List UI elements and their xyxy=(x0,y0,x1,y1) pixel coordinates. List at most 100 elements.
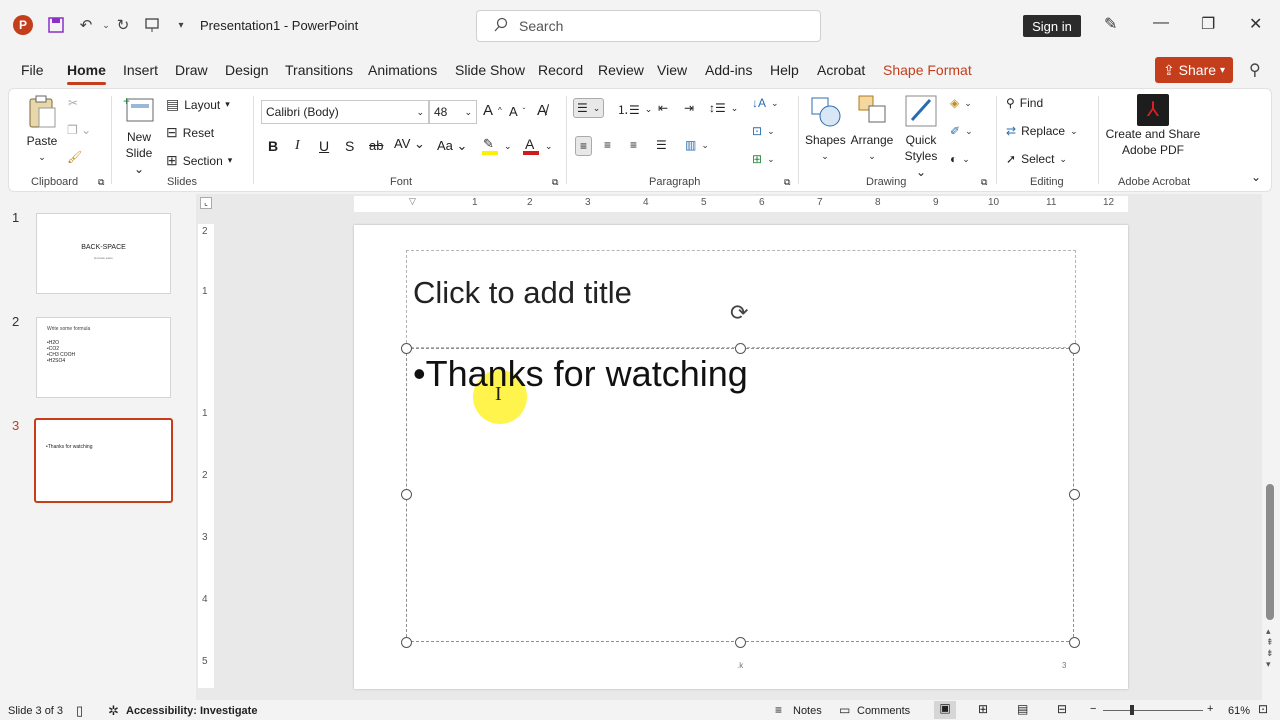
font-color-icon[interactable]: A ⌄ xyxy=(522,136,553,156)
fit-to-window-icon[interactable]: ⊡ xyxy=(1258,702,1268,716)
quick-styles-button[interactable]: Quick Styles ⌄ xyxy=(899,94,943,180)
zoom-in-icon[interactable]: + xyxy=(1207,703,1213,715)
dialog-launcher-icon[interactable]: ⧉ xyxy=(784,177,790,188)
collapse-ribbon-icon[interactable]: ⌄ xyxy=(1251,170,1261,184)
body-text[interactable]: •Thanks for watching xyxy=(413,353,748,395)
zoom-level[interactable]: 61% xyxy=(1228,705,1250,717)
dialog-launcher-icon[interactable]: ⧉ xyxy=(98,177,104,188)
line-spacing-icon[interactable]: ↕☰ ⌄ xyxy=(709,101,738,115)
tab-insert[interactable]: Insert xyxy=(123,62,158,78)
clear-formatting-icon[interactable]: A̸ xyxy=(537,102,547,119)
pen-icon[interactable]: ✎ xyxy=(1104,14,1117,34)
zoom-slider-track[interactable] xyxy=(1103,710,1203,711)
tab-file[interactable]: File xyxy=(21,62,44,78)
tab-transitions[interactable]: Transitions xyxy=(285,62,353,78)
shrink-font-icon[interactable]: Aˇ xyxy=(509,104,525,119)
tab-record[interactable]: Record xyxy=(538,62,583,78)
restore-icon[interactable]: ❐ xyxy=(1201,14,1215,34)
tab-stop-selector-icon[interactable]: ⌞ xyxy=(200,197,212,209)
slide-sorter-icon[interactable]: ⊞ xyxy=(978,702,988,716)
slide-thumbnail-3[interactable]: •Thanks for watching xyxy=(34,418,173,503)
tab-design[interactable]: Design xyxy=(225,62,269,78)
dialog-launcher-icon[interactable]: ⧉ xyxy=(552,177,558,188)
customize-toolbar-icon[interactable]: ▾ xyxy=(170,14,192,36)
align-center-icon[interactable]: ≡ xyxy=(604,138,611,152)
font-name-combo[interactable]: Calibri (Body) ⌄ xyxy=(261,100,429,124)
dialog-launcher-icon[interactable]: ⧉ xyxy=(981,177,987,188)
shape-outline-icon[interactable]: ✐ ⌄ xyxy=(950,124,973,138)
accessibility-status[interactable]: Accessibility: Investigate xyxy=(126,705,257,717)
minimize-icon[interactable]: — xyxy=(1153,14,1169,32)
shapes-button[interactable]: Shapes ⌄ xyxy=(805,94,846,164)
slide-thumbnail-2[interactable]: Write some formula •H2O •CO2 •CH3 COOH •… xyxy=(36,317,171,398)
resize-handle[interactable] xyxy=(1069,637,1080,648)
save-icon[interactable] xyxy=(45,14,67,36)
resize-handle[interactable] xyxy=(1069,343,1080,354)
vertical-scrollbar-thumb[interactable] xyxy=(1266,484,1274,620)
scroll-arrows-icon[interactable]: ▴ ⇞ ⇟ ▾ xyxy=(1266,626,1274,670)
slide-thumbnail-1[interactable]: BACK-SPACE Exclude sales xyxy=(36,213,171,294)
arrange-button[interactable]: Arrange ⌄ xyxy=(850,94,894,164)
sign-in-button[interactable]: Sign in xyxy=(1023,15,1081,37)
align-text-icon[interactable]: ⊡ ⌄ xyxy=(752,124,775,138)
shape-effects-icon[interactable]: ◐ ⌄ xyxy=(950,152,970,166)
tab-add-ins[interactable]: Add-ins xyxy=(705,62,752,78)
comments-button[interactable]: Comments xyxy=(857,705,910,717)
tab-view[interactable]: View xyxy=(657,62,687,78)
comments-icon[interactable]: ▭ xyxy=(839,703,850,717)
change-case-icon[interactable]: Aa ⌄ xyxy=(437,138,467,154)
columns-icon[interactable]: ▥ ⌄ xyxy=(685,138,709,152)
resize-handle[interactable] xyxy=(401,343,412,354)
section-button[interactable]: ⊞ Section ▾ xyxy=(166,152,232,169)
tab-help[interactable]: Help xyxy=(770,62,799,78)
reading-view-icon[interactable]: ▤ xyxy=(1017,702,1028,716)
decrease-indent-icon[interactable]: ⇤ xyxy=(658,101,668,115)
shadow-icon[interactable]: S xyxy=(345,138,354,154)
resize-handle[interactable] xyxy=(1069,489,1080,500)
notes-button[interactable]: Notes xyxy=(793,705,822,717)
tab-slide-show[interactable]: Slide Show xyxy=(455,62,525,78)
highlight-color-icon[interactable]: ✎ ⌄ xyxy=(481,136,512,156)
comments-person-icon[interactable]: ⚲ xyxy=(1249,60,1261,80)
new-slide-button[interactable]: + New Slide ⌄ xyxy=(120,94,158,177)
slide-show-icon[interactable]: ⊟ xyxy=(1057,702,1067,716)
grow-font-icon[interactable]: A ^ xyxy=(483,102,502,119)
notes-icon[interactable]: ≡ xyxy=(775,703,782,717)
zoom-slider-thumb[interactable] xyxy=(1130,705,1134,715)
character-spacing-icon[interactable]: AV ⌄ xyxy=(394,136,425,152)
format-painter-icon[interactable]: 🖌 xyxy=(67,150,82,164)
justify-icon[interactable]: ☰ xyxy=(656,138,667,152)
reset-button[interactable]: ⊟ Reset xyxy=(166,124,214,141)
italic-icon[interactable]: I xyxy=(295,138,300,154)
tab-review[interactable]: Review xyxy=(598,62,644,78)
search-box[interactable]: Search xyxy=(476,10,821,42)
align-right-icon[interactable]: ≡ xyxy=(630,138,637,152)
replace-button[interactable]: ⇄ Replace ⌄ xyxy=(1006,124,1078,138)
increase-indent-icon[interactable]: ⇥ xyxy=(684,101,694,115)
tab-shape-format[interactable]: Shape Format xyxy=(883,62,972,78)
resize-handle[interactable] xyxy=(735,637,746,648)
redo-icon[interactable]: ↻ xyxy=(112,14,134,36)
tab-home[interactable]: Home xyxy=(67,62,106,85)
numbering-icon[interactable]: ⒈☰ ⌄ xyxy=(617,101,652,118)
underline-icon[interactable]: U xyxy=(319,138,329,154)
paste-button[interactable]: Paste ⌄ xyxy=(24,95,60,165)
spelling-icon[interactable]: ▯ xyxy=(76,703,83,719)
tab-draw[interactable]: Draw xyxy=(175,62,208,78)
font-size-combo[interactable]: 48 ⌄ xyxy=(429,100,477,124)
layout-button[interactable]: ▤ Layout ▾ xyxy=(166,96,230,113)
select-button[interactable]: ➚ Select ⌄ xyxy=(1006,152,1067,166)
tab-acrobat[interactable]: Acrobat xyxy=(817,62,865,78)
resize-handle[interactable] xyxy=(401,489,412,500)
text-direction-icon[interactable]: ↓A ⌄ xyxy=(752,96,779,110)
strikethrough-icon[interactable]: ab xyxy=(369,138,383,153)
normal-view-icon[interactable]: ▣ xyxy=(934,701,956,719)
copy-icon[interactable]: ❐ ⌄ xyxy=(67,123,91,137)
rotate-handle-icon[interactable]: ⟳ xyxy=(730,300,748,326)
title-placeholder-text[interactable]: Click to add title xyxy=(413,275,632,311)
bullets-button[interactable]: ☰ ⌄ xyxy=(573,98,605,118)
cut-icon[interactable]: ✂ xyxy=(68,96,78,110)
zoom-out-icon[interactable]: − xyxy=(1090,703,1096,715)
present-icon[interactable] xyxy=(141,14,163,36)
close-icon[interactable]: ✕ xyxy=(1249,14,1262,34)
